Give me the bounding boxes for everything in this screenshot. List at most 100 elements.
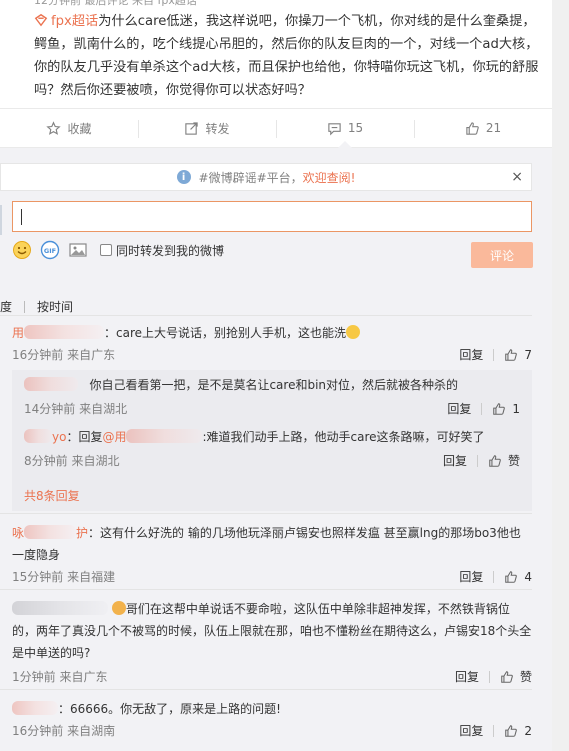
thumbs-up-icon[interactable]	[492, 402, 506, 416]
reply-item: 你自己看看第一把，是不是莫名让care和bin对位，然后就被各种杀的 14分钟前…	[24, 374, 520, 416]
like-count: 4	[524, 569, 532, 584]
divider	[0, 315, 532, 316]
comment-meta: 16分钟前 来自广东	[12, 348, 116, 362]
comment-text: 哥们在这帮中单说话不要命啦，这队伍中单除非超神发挥，不然铁背锅位的，两年了真没几…	[0, 598, 532, 664]
also-repost-checkbox[interactable]: 同时转发到我的微博	[100, 242, 224, 259]
reply-button[interactable]: 回复	[459, 346, 483, 363]
reply-button[interactable]: 回复	[455, 668, 479, 685]
reply-meta: 14分钟前 来自湖北	[24, 402, 128, 416]
comment-input[interactable]	[12, 201, 532, 232]
comment-body: ：66666。你无敌了，原来是上路的问题!	[58, 702, 281, 716]
comment-actions: 回复 7	[459, 346, 532, 363]
favorite-label: 收藏	[67, 121, 92, 136]
like-count: 2	[524, 723, 532, 738]
more-replies-link[interactable]: 共8条回复	[24, 487, 80, 504]
separator	[493, 724, 495, 737]
topic-link[interactable]: fpx超话	[34, 13, 98, 29]
like-button[interactable]: 21	[414, 109, 552, 147]
tab-by-time[interactable]: 按时间	[37, 298, 73, 315]
topic-label[interactable]: fpx超话	[51, 14, 98, 29]
divider	[0, 589, 532, 590]
comment-username[interactable]: 用	[12, 325, 105, 340]
reply-username[interactable]: yo	[24, 429, 66, 444]
comment-item: 咏护：这有什么好洗的 输的几场他玩泽丽卢锡安也照样发瘟 甚至赢lng的那场bo3…	[0, 522, 532, 584]
reply-button[interactable]: 回复	[447, 400, 471, 417]
divider	[0, 513, 532, 514]
comment-username[interactable]: 咏护	[12, 525, 88, 540]
emoji-icon[interactable]	[12, 240, 32, 260]
also-repost-label: 同时转发到我的微博	[116, 243, 225, 258]
reply-username[interactable]	[24, 377, 78, 391]
reply-actions: 回复 赞	[443, 452, 520, 469]
image-icon[interactable]	[68, 240, 88, 260]
thumbs-up-icon[interactable]	[488, 454, 502, 468]
notice-link[interactable]: 欢迎查阅!	[303, 169, 356, 186]
favorite-button[interactable]: 收藏	[0, 109, 138, 147]
rumor-notice-bar: i #微博辟谣#平台， 欢迎查阅! ×	[0, 163, 532, 191]
laughing-emoji-icon	[346, 325, 361, 339]
sort-tabs: 度 按时间	[0, 298, 73, 315]
comment-meta: 16分钟前 来自湖南	[12, 724, 116, 738]
separator	[493, 348, 495, 361]
close-icon[interactable]: ×	[511, 169, 523, 185]
reply-button[interactable]: 回复	[459, 568, 483, 585]
text-caret	[21, 209, 22, 225]
comment-text: 咏护：这有什么好洗的 输的几场他玩泽丽卢锡安也照样发瘟 甚至赢lng的那场bo3…	[0, 522, 532, 566]
reply-text: 你自己看看第一把，是不是莫名让care和bin对位，然后就被各种杀的	[24, 374, 520, 396]
comment-item: 用：care上大号说话，别抢别人手机，这也能洗 16分钟前 来自广东 回复 7	[0, 322, 532, 362]
post-action-bar: 收藏 转发 15 21	[0, 108, 552, 148]
repost-button[interactable]: 转发	[138, 109, 276, 147]
divider	[0, 689, 532, 690]
reply-text: yo：回复@用:难道我们动手上路，他动手care这条路嘛，可好笑了	[24, 426, 520, 448]
tab-hot[interactable]: 度	[0, 298, 12, 315]
page-gutter	[552, 0, 569, 751]
comment-meta: 1分钟前 来自广东	[12, 670, 108, 684]
comment-body: ：care上大号说话，别抢别人手机，这也能洗	[104, 326, 347, 340]
repost-icon	[185, 121, 199, 135]
star-icon	[46, 120, 62, 135]
reply-body: :难道我们动手上路，他动手care这条路嘛，可好笑了	[202, 430, 485, 444]
comment-item: ：66666。你无敌了，原来是上路的问题! 16分钟前 来自湖南 回复 2	[0, 698, 532, 738]
reply-button[interactable]: 回复	[443, 452, 467, 469]
comment-icon	[328, 122, 341, 135]
like-count: 1	[512, 401, 520, 416]
comment-count: 15	[347, 121, 364, 135]
thumbs-up-icon[interactable]	[500, 670, 514, 684]
comment-text: 用：care上大号说话，别抢别人手机，这也能洗	[0, 322, 532, 344]
post-meta: 12分钟前 最后评论 来自 fpx超话	[34, 0, 197, 7]
repost-label: 转发	[205, 121, 230, 136]
like-count: 赞	[507, 454, 520, 468]
reply-item: yo：回复@用:难道我们动手上路，他动手care这条路嘛，可好笑了 8分钟前 来…	[24, 426, 520, 468]
post-text: fpx超话为什么care低迷，我这样说吧，你操刀一个飞机，你对线的是什么奎桑提，…	[34, 10, 544, 102]
like-count: 21	[485, 121, 502, 135]
thumbs-up-icon[interactable]	[504, 348, 518, 362]
comment-actions: 回复 4	[459, 568, 532, 585]
mention-link[interactable]: @用	[102, 429, 203, 444]
like-count: 7	[524, 347, 532, 362]
thumbs-up-icon[interactable]	[504, 724, 518, 738]
comment-actions: 回复 2	[459, 722, 532, 739]
post-body: 为什么care低迷，我这样说吧，你操刀一个飞机，你对线的是什么奎桑提，鳄鱼，凯南…	[34, 14, 539, 98]
comment-username[interactable]	[12, 601, 108, 615]
comment-username[interactable]	[12, 701, 58, 715]
like-count: 赞	[519, 670, 532, 684]
composer-tools: GIF 同时转发到我的微博	[12, 240, 224, 260]
separator	[488, 670, 490, 683]
comment-button[interactable]: 15	[276, 109, 414, 148]
checkbox-box[interactable]	[100, 244, 112, 256]
submit-comment-button[interactable]: 评论	[471, 242, 533, 268]
reply-meta: 8分钟前 来自湖北	[24, 454, 120, 468]
comment-meta: 15分钟前 来自福建	[12, 570, 116, 584]
comment-item: 哥们在这帮中单说话不要命啦，这队伍中单除非超神发挥，不然铁背锅位的，两年了真没几…	[0, 598, 532, 684]
separator	[476, 454, 478, 467]
svg-text:GIF: GIF	[44, 247, 56, 255]
reply-body: 你自己看看第一把，是不是莫名让care和bin对位，然后就被各种杀的	[89, 378, 459, 392]
thumbs-up-icon[interactable]	[504, 570, 518, 584]
tab-separator	[24, 300, 26, 313]
gif-icon[interactable]: GIF	[40, 240, 60, 260]
avatar	[0, 205, 2, 235]
reply-button[interactable]: 回复	[459, 722, 483, 739]
info-icon: i	[176, 170, 191, 184]
reply-actions: 回复 1	[447, 400, 520, 417]
separator	[481, 402, 483, 415]
